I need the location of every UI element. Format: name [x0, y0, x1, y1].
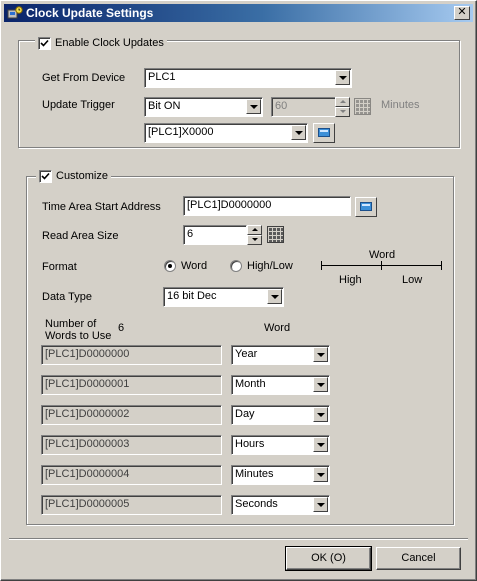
word-assignment-value: Month — [235, 378, 266, 390]
word-address-field: [PLC1]D0000001 — [41, 375, 222, 395]
close-button[interactable]: ✕ — [454, 6, 470, 20]
word-address-value: [PLC1]D0000005 — [45, 498, 130, 510]
word-address-value: [PLC1]D0000002 — [45, 408, 130, 420]
format-highlow-label: High/Low — [247, 260, 293, 272]
address-input-icon — [360, 202, 372, 211]
word-assignment-value: Minutes — [235, 468, 274, 480]
check-icon — [41, 172, 50, 180]
word-address-field: [PLC1]D0000005 — [41, 495, 222, 515]
word-assignment-select[interactable]: Seconds — [231, 495, 330, 515]
format-diagram-tick-right — [441, 261, 442, 270]
chevron-down-icon[interactable] — [313, 497, 328, 512]
trigger-address-value: [PLC1]X0000 — [148, 126, 214, 138]
close-icon: ✕ — [457, 6, 467, 18]
word-address-field: [PLC1]D0000004 — [41, 465, 222, 485]
word-address-field: [PLC1]D0000000 — [41, 345, 222, 365]
window-title: Clock Update Settings — [26, 6, 154, 20]
word-assignment-value: Seconds — [235, 498, 278, 510]
format-word-radio[interactable] — [164, 260, 176, 272]
customize-checkbox[interactable] — [39, 169, 52, 183]
words-to-use-label-line1: Number of — [45, 318, 97, 330]
cancel-button[interactable]: Cancel — [376, 547, 461, 570]
word-assignment-value: Year — [235, 348, 258, 360]
word-column-header: Word — [264, 322, 291, 334]
customize-label: Customize — [56, 170, 108, 182]
update-trigger-select[interactable]: Bit ON — [144, 97, 263, 117]
time-area-start-label: Time Area Start Address — [42, 201, 161, 213]
spin-up-icon — [335, 97, 350, 107]
clock-update-settings-dialog: Clock Update Settings ✕ Enable Clock Upd… — [0, 0, 477, 581]
update-interval-spinner — [335, 97, 350, 117]
interval-unit-label: Minutes — [381, 99, 420, 111]
time-area-start-value: [PLC1]D0000000 — [187, 199, 272, 211]
ok-button[interactable]: OK (O) — [285, 546, 372, 571]
time-area-picker-button[interactable] — [355, 197, 377, 217]
get-from-device-select[interactable]: PLC1 — [144, 68, 352, 88]
title-bar[interactable]: Clock Update Settings ✕ — [4, 4, 473, 22]
chevron-down-icon[interactable] — [313, 437, 328, 452]
word-address-value: [PLC1]D0000004 — [45, 468, 130, 480]
data-type-label: Data Type — [42, 291, 92, 303]
spin-up-icon[interactable] — [247, 225, 262, 235]
word-assignment-value: Hours — [235, 438, 265, 450]
chevron-down-icon[interactable] — [313, 467, 328, 482]
chevron-down-icon[interactable] — [313, 407, 328, 422]
format-diagram-tick-mid — [381, 261, 382, 270]
format-diagram-low-label: Low — [402, 274, 423, 286]
word-address-value: [PLC1]D0000001 — [45, 378, 130, 390]
chevron-down-icon[interactable] — [291, 125, 306, 140]
format-diagram-word-label: Word — [369, 249, 396, 261]
check-icon — [40, 39, 49, 47]
format-diagram-high-label: High — [339, 274, 362, 286]
read-area-size-spinner[interactable] — [247, 225, 262, 245]
chevron-down-icon[interactable] — [335, 70, 350, 85]
app-icon — [7, 6, 23, 20]
customize-legend[interactable]: Customize — [36, 169, 111, 183]
word-assignment-value: Day — [235, 408, 255, 420]
format-label: Format — [42, 261, 77, 273]
words-to-use-value: 6 — [118, 322, 125, 334]
update-interval-value: 60 — [275, 100, 288, 112]
get-from-device-label: Get From Device — [42, 72, 126, 84]
chevron-down-icon[interactable] — [267, 289, 282, 304]
chevron-down-icon[interactable] — [246, 99, 261, 114]
word-address-value: [PLC1]D0000003 — [45, 438, 130, 450]
update-trigger-value: Bit ON — [148, 100, 181, 112]
trigger-address-picker-button[interactable] — [313, 123, 335, 143]
footer-separator-highlight — [9, 539, 468, 540]
word-address-field: [PLC1]D0000003 — [41, 435, 222, 455]
word-address-field: [PLC1]D0000002 — [41, 405, 222, 425]
chevron-down-icon[interactable] — [313, 377, 328, 392]
word-assignment-select[interactable]: Minutes — [231, 465, 330, 485]
get-from-device-value: PLC1 — [148, 71, 176, 83]
keypad-icon[interactable] — [267, 226, 284, 243]
data-type-value: 16 bit Dec — [167, 290, 217, 302]
word-assignment-select[interactable]: Hours — [231, 435, 330, 455]
read-area-size-label: Read Area Size — [42, 230, 119, 242]
enable-clock-updates-label: Enable Clock Updates — [55, 37, 164, 49]
spin-down-icon[interactable] — [247, 235, 262, 245]
enable-clock-updates-checkbox[interactable] — [38, 36, 51, 50]
update-trigger-label: Update Trigger — [42, 99, 115, 111]
format-diagram-tick-left — [321, 261, 322, 270]
trigger-address-select[interactable]: [PLC1]X0000 — [144, 123, 308, 143]
data-type-select[interactable]: 16 bit Dec — [163, 287, 284, 307]
format-word-label: Word — [181, 260, 208, 272]
format-highlow-radio[interactable] — [230, 260, 242, 272]
word-assignment-select[interactable]: Year — [231, 345, 330, 365]
chevron-down-icon[interactable] — [313, 347, 328, 362]
time-area-start-input[interactable]: [PLC1]D0000000 — [183, 196, 351, 216]
word-assignment-select[interactable]: Day — [231, 405, 330, 425]
enable-clock-updates-legend[interactable]: Enable Clock Updates — [35, 36, 167, 50]
update-interval-input: 60 — [271, 97, 336, 117]
read-area-size-value: 6 — [187, 228, 194, 240]
word-address-value: [PLC1]D0000000 — [45, 348, 130, 360]
keypad-icon — [354, 98, 371, 115]
word-assignment-select[interactable]: Month — [231, 375, 330, 395]
spin-down-icon — [335, 107, 350, 117]
read-area-size-input[interactable]: 6 — [183, 225, 247, 245]
words-to-use-label-line2: Words to Use — [45, 330, 112, 342]
address-input-icon — [318, 128, 330, 137]
